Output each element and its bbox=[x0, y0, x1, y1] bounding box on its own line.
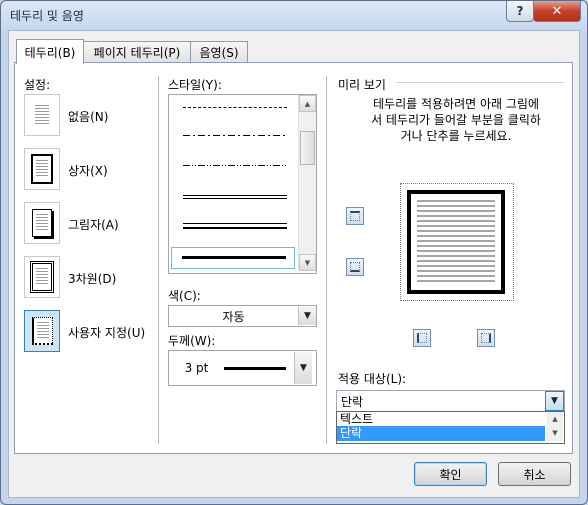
style-label: 스타일(Y): bbox=[168, 78, 222, 92]
preview-area[interactable] bbox=[400, 183, 514, 301]
color-value: 자동 bbox=[222, 309, 245, 324]
preview-divider bbox=[396, 82, 564, 83]
page-none-icon bbox=[32, 101, 52, 129]
setting-3d-button[interactable] bbox=[24, 256, 60, 298]
preview-label: 미리 보기 bbox=[338, 78, 386, 92]
apply-to-dropdown[interactable]: 단락 ▼ bbox=[336, 390, 565, 412]
separator-left bbox=[158, 76, 159, 444]
tab-shading[interactable]: 음영(S) bbox=[190, 41, 248, 62]
apply-to-option[interactable]: 텍스트 bbox=[337, 412, 545, 426]
top-border-button[interactable] bbox=[346, 207, 364, 225]
left-border-button[interactable] bbox=[413, 329, 431, 347]
setting-shadow-button[interactable] bbox=[24, 202, 60, 244]
width-value: 3 pt bbox=[184, 361, 209, 375]
setting-none[interactable] bbox=[24, 94, 60, 136]
setting-box-button[interactable] bbox=[24, 148, 60, 190]
bottom-border-button[interactable] bbox=[346, 258, 364, 276]
scroll-up-arrow-icon[interactable]: ▲ bbox=[299, 95, 316, 112]
setting-shadow[interactable] bbox=[24, 202, 60, 244]
scroll-down-arrow-icon[interactable]: ▼ bbox=[547, 426, 563, 440]
preview-page[interactable] bbox=[407, 190, 505, 294]
border-top-icon bbox=[350, 211, 360, 221]
apply-to-scrollbar[interactable]: ▲ ▼ bbox=[547, 412, 563, 441]
tab-borders[interactable]: 테두리(B) bbox=[16, 39, 84, 64]
apply-to-label: 적용 대상(L): bbox=[338, 372, 407, 386]
scroll-thumb[interactable] bbox=[300, 131, 315, 165]
scroll-down-arrow-icon[interactable]: ▼ bbox=[299, 254, 316, 271]
apply-to-option-selected[interactable]: 단락 bbox=[337, 426, 545, 441]
page-custom-icon bbox=[31, 317, 53, 345]
setting-none-label: 없음(N) bbox=[68, 110, 109, 124]
color-dropdown[interactable]: 자동 ▼ bbox=[168, 305, 317, 327]
scroll-up-arrow-icon[interactable]: ▲ bbox=[547, 412, 563, 426]
border-right-icon bbox=[481, 333, 491, 343]
style-thin-thick[interactable] bbox=[183, 223, 287, 229]
separator-right bbox=[326, 76, 327, 444]
style-dash-dot[interactable] bbox=[183, 135, 287, 136]
right-border-button[interactable] bbox=[477, 329, 495, 347]
apply-to-value: 단락 bbox=[341, 394, 364, 409]
setting-3d[interactable] bbox=[24, 256, 60, 298]
preview-text-lines bbox=[417, 200, 495, 284]
preview-instructions: 테두리를 적용하려면 아래 그림에서 테두리가 들어갈 부분을 클릭하거나 단추… bbox=[371, 97, 541, 143]
width-label: 두께(W): bbox=[168, 334, 216, 348]
setting-3d-label: 3차원(D) bbox=[68, 272, 117, 286]
style-dash-dot-dot[interactable] bbox=[183, 165, 287, 166]
border-bottom-icon bbox=[350, 262, 360, 272]
setting-box[interactable] bbox=[24, 148, 60, 190]
tab-page-border[interactable]: 페이지 테두리(P) bbox=[82, 41, 192, 62]
color-label: 색(C): bbox=[168, 289, 201, 303]
page-3d-icon bbox=[30, 261, 54, 293]
setting-custom-button[interactable] bbox=[24, 310, 60, 352]
window-title: 테두리 및 음영 bbox=[10, 9, 84, 23]
chevron-down-icon[interactable]: ▼ bbox=[294, 352, 312, 384]
chevron-down-icon[interactable]: ▼ bbox=[545, 391, 564, 411]
setting-none-button[interactable] bbox=[24, 94, 60, 136]
apply-to-list[interactable]: 텍스트 단락 ▲ ▼ bbox=[336, 411, 565, 444]
cancel-button[interactable]: 취소 bbox=[498, 462, 571, 486]
style-dashed[interactable] bbox=[183, 107, 287, 108]
page-box-icon bbox=[31, 154, 53, 184]
style-double[interactable] bbox=[183, 195, 287, 199]
close-button[interactable]: ✕ bbox=[533, 1, 581, 22]
help-button[interactable]: ? bbox=[506, 1, 534, 22]
setting-shadow-label: 그림자(A) bbox=[68, 218, 119, 232]
page-shadow-icon bbox=[32, 209, 52, 237]
setting-custom-label: 사용자 지정(U) bbox=[68, 326, 146, 340]
setting-box-label: 상자(X) bbox=[68, 164, 108, 178]
width-dropdown[interactable]: 3 pt ▼ bbox=[168, 350, 317, 386]
width-sample-line bbox=[224, 366, 286, 370]
chevron-down-icon[interactable]: ▼ bbox=[298, 307, 316, 325]
style-listbox[interactable]: ▲ ▼ bbox=[168, 94, 317, 274]
style-scrollbar[interactable]: ▲ ▼ bbox=[298, 95, 316, 271]
settings-label: 설정: bbox=[24, 78, 51, 92]
style-thick[interactable] bbox=[171, 247, 295, 269]
setting-custom[interactable] bbox=[24, 310, 60, 352]
border-left-icon bbox=[417, 333, 427, 343]
ok-button[interactable]: 확인 bbox=[414, 462, 487, 486]
